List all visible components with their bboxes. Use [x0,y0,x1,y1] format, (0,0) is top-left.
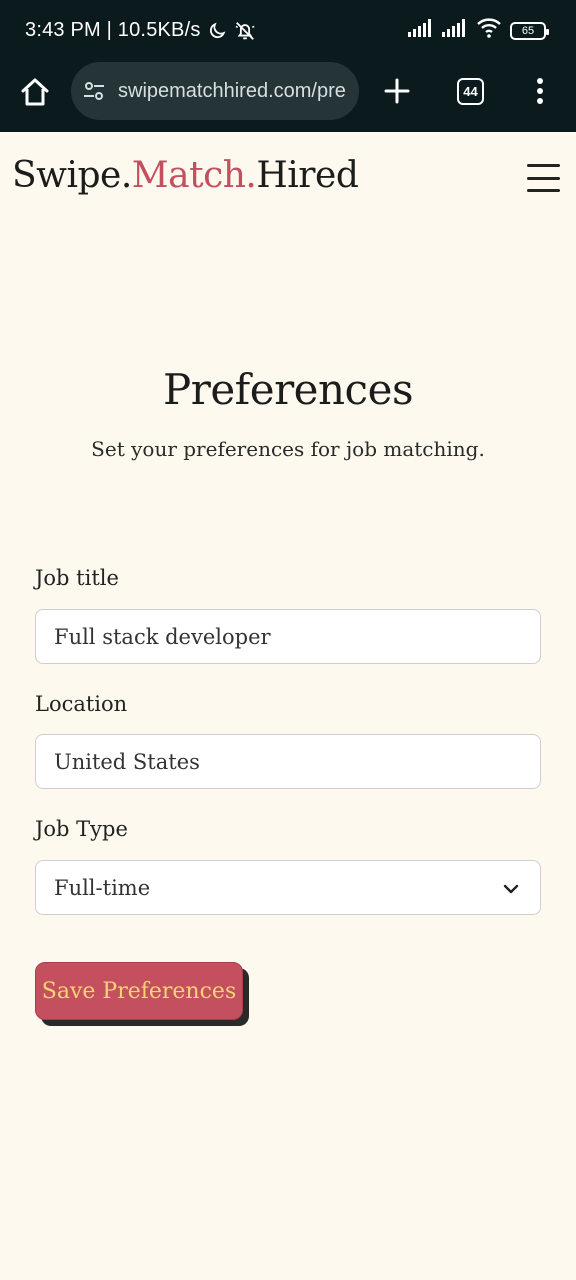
plus-icon[interactable] [383,77,411,105]
wifi-icon [476,18,502,43]
job-title-label: Job title [35,566,119,590]
save-button-wrapper: Save Preferences [35,962,251,1028]
site-logo[interactable]: Swipe.Match.Hired [12,155,359,196]
job-title-field[interactable]: Full stack developer [35,609,541,664]
page-subtitle: Set your preferences for job matching. [91,437,485,461]
bell-off-icon [233,20,257,42]
location-value: United States [54,749,200,774]
job-type-label: Job Type [35,817,128,841]
page-title: Preferences [162,365,414,414]
job-title-value: Full stack developer [54,624,271,649]
status-left: 3:43 PM | 10.5KB/s [25,19,257,42]
logo-part-swipe: Swipe. [12,155,132,196]
moon-icon [207,21,227,41]
status-time-speed: 3:43 PM | 10.5KB/s [25,19,201,41]
hamburger-menu-icon[interactable] [527,164,560,192]
status-right: 65 [408,18,549,43]
home-icon[interactable] [18,75,52,109]
hamburger-line [527,164,560,167]
site-header: Swipe.Match.Hired [0,133,576,225]
location-field[interactable]: United States [35,734,541,789]
tabs-icon[interactable]: 44 [457,78,484,105]
location-label: Location [35,692,128,716]
save-preferences-button[interactable]: Save Preferences [35,962,243,1020]
logo-part-hired: Hired [256,155,359,196]
signal-icon [408,19,434,42]
browser-toolbar: swipematchhired.com/pre 44 [0,62,576,132]
url-text: swipematchhired.com/pre [118,79,346,102]
job-type-value: Full-time [54,875,151,900]
hamburger-line [527,176,560,180]
battery-level: 65 [521,24,535,37]
signal-icon [442,19,468,42]
chevron-down-icon [502,879,520,897]
status-bar: 3:43 PM | 10.5KB/s 65 [0,0,576,62]
address-bar[interactable]: swipematchhired.com/pre [71,62,359,120]
job-type-select[interactable]: Full-time [35,860,541,915]
tune-icon[interactable] [82,79,106,103]
battery-icon: 65 [510,21,549,40]
hamburger-line [527,189,560,192]
tab-count: 44 [463,84,478,99]
more-vert-icon[interactable] [530,76,550,106]
logo-part-match: Match. [131,155,257,196]
